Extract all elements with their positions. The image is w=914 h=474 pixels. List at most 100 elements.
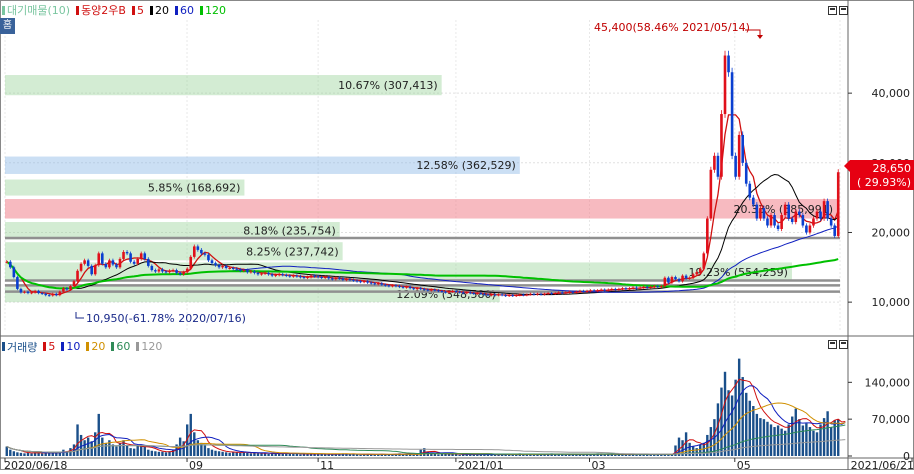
candle-body [40, 293, 44, 295]
candle-body [299, 276, 302, 278]
price-panel-close-button[interactable] [839, 6, 848, 15]
candle-body [737, 134, 741, 177]
candle-body [833, 225, 836, 236]
volume-bar [40, 453, 44, 456]
candle-body [539, 293, 543, 295]
candle-body [451, 290, 454, 292]
candle-body [207, 254, 210, 261]
candle [76, 269, 79, 283]
price-panel-minimize-button[interactable] [828, 6, 837, 15]
candle-body [638, 287, 642, 289]
candle-body [734, 155, 737, 177]
vlegend-ma60[interactable]: 60 [111, 340, 130, 353]
candle-body [323, 277, 327, 279]
candle-body [472, 293, 476, 295]
time-tick-label: 11 [320, 459, 334, 470]
volume-bar [805, 423, 808, 456]
current-price-value: 28,650 [873, 162, 912, 175]
candle-body [663, 277, 667, 287]
candle [118, 257, 122, 269]
candle-body [192, 246, 196, 257]
candle-body [709, 169, 713, 219]
candle-body [249, 271, 253, 273]
candle-body [62, 288, 65, 292]
candle-body [543, 293, 546, 295]
volume-bar [239, 452, 242, 456]
candle-body [373, 283, 377, 285]
time-tick-label: 2020/06/18 [4, 459, 67, 470]
candle-body [801, 215, 805, 226]
legend-ma20[interactable]: 20 [149, 4, 169, 17]
time-tick-label: 09 [189, 459, 203, 470]
candle-body [408, 286, 412, 289]
volume-bar [699, 444, 702, 456]
vlegend-ma20[interactable]: 20 [86, 340, 105, 353]
vlegend-volume[interactable]: 거래량 [2, 339, 37, 355]
candle [822, 198, 826, 221]
volume-panel-close-button[interactable] [839, 340, 848, 349]
candle-body [359, 281, 362, 283]
price-tick-label: 20,000 [872, 226, 911, 239]
candle [93, 263, 97, 276]
candle-body [338, 277, 341, 279]
volume-bar [755, 413, 759, 456]
candle-body [178, 272, 182, 275]
minimize-icon [830, 8, 835, 13]
candle-body [780, 215, 783, 229]
volume-bar [228, 452, 231, 456]
legend-stock-name[interactable]: 동양2우B [76, 2, 126, 18]
legend-ma60[interactable]: 60 [174, 4, 194, 17]
candle-body [210, 260, 214, 264]
volume-bar [826, 411, 829, 456]
legend-ma5[interactable]: 5 [131, 3, 144, 17]
candle-body [522, 294, 525, 296]
candle-body [30, 292, 33, 294]
volume-profile-label: 10.67% (307,413) [338, 79, 438, 92]
candle-body [546, 293, 550, 295]
candle [720, 110, 723, 180]
vlegend-ma5[interactable]: 5 [43, 340, 55, 353]
volume-panel-minimize-button[interactable] [828, 340, 837, 349]
candle-body [16, 277, 19, 289]
volume-bar [649, 454, 652, 456]
legend-ma120[interactable]: 120 [199, 4, 226, 17]
candle-body [9, 261, 12, 268]
volume-bar [532, 454, 536, 456]
volume-bar [663, 454, 667, 456]
candle-body [175, 270, 178, 273]
candle-body [433, 289, 437, 291]
volume-bar [118, 442, 122, 456]
candle-body [55, 293, 58, 296]
candle-body [670, 277, 674, 283]
legend-label: 5 [136, 3, 144, 17]
candle-body [295, 275, 299, 277]
candle-body [617, 288, 621, 290]
volume-bar [143, 446, 146, 456]
candle-body [677, 279, 681, 282]
legend-volume-profile[interactable]: 대기매물(10) [2, 2, 70, 18]
volume-bar [5, 446, 8, 456]
candle-body [196, 246, 200, 250]
candle-body [635, 287, 638, 289]
close-icon [841, 342, 846, 347]
candle [189, 255, 193, 271]
candle [787, 202, 790, 221]
candle-body [444, 291, 447, 293]
candle-body [58, 291, 62, 296]
volume-bar [249, 453, 253, 456]
candle-body [238, 269, 242, 271]
legend-swatch-icon [61, 342, 65, 351]
candle-body [422, 288, 426, 290]
vlegend-ma10[interactable]: 10 [61, 340, 80, 353]
volume-bar [132, 448, 136, 456]
candle-body [44, 293, 47, 296]
candle-body [415, 288, 419, 290]
vlegend-ma120[interactable]: 120 [136, 340, 162, 353]
home-button[interactable]: 홈 [0, 18, 15, 34]
candle-body [819, 211, 822, 219]
candle-body [437, 290, 440, 292]
volume-bar [730, 395, 734, 456]
volume-bar [147, 449, 150, 456]
candle-body [748, 183, 752, 198]
volume-bar [115, 446, 118, 456]
